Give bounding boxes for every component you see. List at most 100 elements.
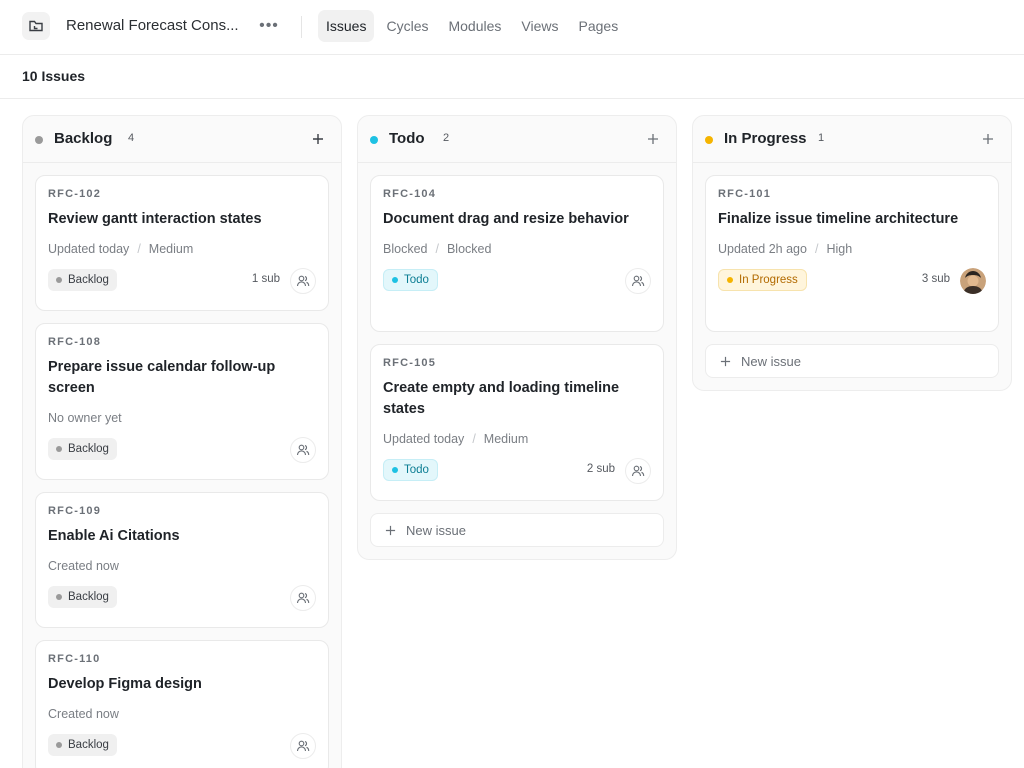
card-footer: Backlog 1 sub [48,268,316,294]
column-count: 4 [127,132,135,144]
avatar[interactable] [960,268,986,294]
card-footer: In Progress 3 sub [718,268,986,294]
card-list: RFC-101 Finalize issue timeline architec… [693,163,1011,390]
status-dot-icon [35,136,43,144]
status-dot-icon [56,277,62,283]
status-label: Backlog [68,739,109,751]
status-badge[interactable]: Backlog [48,734,117,756]
add-issue-icon[interactable] [975,126,1001,152]
new-issue-label: New issue [741,353,801,369]
status-label: Backlog [68,443,109,455]
issue-card[interactable]: RFC-108 Prepare issue calendar follow-up… [35,323,329,480]
issue-title: Finalize issue timeline architecture [718,211,959,227]
folder-icon[interactable] [22,12,50,40]
status-dot-icon [370,136,378,144]
issue-title: Develop Figma design [48,676,202,692]
add-issue-icon[interactable] [640,126,666,152]
tab-views[interactable]: Views [513,10,566,42]
meta-priority: High [826,242,853,256]
status-dot-icon [727,277,733,283]
meta-separator: / [435,242,439,256]
issue-id: RFC-108 [48,336,102,348]
status-label: In Progress [739,274,798,286]
issue-meta: Created now [48,558,316,574]
tab-modules[interactable]: Modules [440,10,509,42]
card-footer: Backlog [48,733,316,759]
status-badge[interactable]: Backlog [48,269,117,291]
new-issue-button[interactable]: New issue [370,513,664,547]
issue-id: RFC-109 [48,505,102,517]
new-issue-button[interactable]: New issue [705,344,999,378]
top-bar: Renewal Forecast Cons... ••• Issues Cycl… [0,0,1024,55]
card-footer: Todo 2 sub [383,458,651,484]
card-footer: Todo [383,268,651,294]
issue-title: Prepare issue calendar follow-up screen [48,359,276,396]
card-list: RFC-104 Document drag and resize behavio… [358,163,676,559]
meta-updated: Updated today [383,432,465,446]
assignee-icon[interactable] [290,733,316,759]
meta-owner: No owner yet [48,411,122,425]
new-issue-label: New issue [406,522,466,538]
issue-id: RFC-101 [718,188,772,200]
status-badge[interactable]: Todo [383,459,438,481]
meta-updated: Updated 2h ago [718,242,807,256]
status-dot-icon [392,467,398,473]
status-badge[interactable]: Backlog [48,586,117,608]
project-title[interactable]: Renewal Forecast Cons... [66,17,239,34]
column-header: Todo 2 [358,116,676,163]
issue-card[interactable]: RFC-105 Create empty and loading timelin… [370,344,664,501]
tab-pages[interactable]: Pages [571,10,627,42]
meta-separator: / [814,242,819,256]
column-title: Todo [389,130,425,147]
meta-created: Created now [48,707,119,721]
status-dot-icon [56,446,62,452]
issue-card[interactable]: RFC-109 Enable Ai Citations Created now … [35,492,329,628]
issue-id: RFC-105 [383,357,437,369]
tab-issues[interactable]: Issues [318,10,375,42]
issue-meta: Updated today / Medium [48,241,316,257]
column-title: In Progress [724,130,807,147]
meta-separator: / [472,432,476,446]
status-label: Backlog [68,274,109,286]
issue-id: RFC-102 [48,188,102,200]
divider [301,16,302,38]
column-title: Backlog [54,130,113,147]
card-footer: Backlog [48,437,316,463]
meta-priority: Medium [483,432,529,446]
column-header: In Progress 1 [693,116,1011,163]
add-issue-icon[interactable] [305,126,331,152]
status-dot-icon [56,742,62,748]
issue-meta: Blocked / Blocked [383,241,651,257]
assignee-icon[interactable] [625,268,651,294]
issue-card[interactable]: RFC-101 Finalize issue timeline architec… [705,175,999,332]
status-badge[interactable]: Backlog [48,438,117,460]
issue-meta: No owner yet [48,410,316,426]
status-badge[interactable]: Todo [383,269,438,291]
sub-issue-count: 1 sub [251,273,280,285]
meta-blocked: Blocked [383,242,428,256]
tab-cycles[interactable]: Cycles [378,10,436,42]
issue-id: RFC-110 [48,653,101,665]
sub-issue-count: 2 sub [586,463,615,475]
column-count: 1 [817,132,825,144]
issue-id: RFC-104 [383,188,437,200]
meta-blocked: Blocked [446,242,492,256]
column-header: Backlog 4 [23,116,341,163]
column-todo: Todo 2 RFC-104 Document drag and resize … [357,115,677,560]
nav-tabs: Issues Cycles Modules Views Pages [318,10,626,42]
ellipsis-icon[interactable]: ••• [256,14,282,38]
issue-card[interactable]: RFC-110 Develop Figma design Created now… [35,640,329,768]
sub-issue-count: 3 sub [921,273,950,285]
status-badge[interactable]: In Progress [718,269,807,291]
status-label: Todo [404,464,429,476]
issue-title: Review gantt interaction states [48,211,262,227]
status-dot-icon [56,594,62,600]
status-dot-icon [705,136,713,144]
issue-card[interactable]: RFC-102 Review gantt interaction states … [35,175,329,311]
assignee-icon[interactable] [290,268,316,294]
assignee-icon[interactable] [290,437,316,463]
sub-header: 10 Issues [0,55,1024,99]
issue-card[interactable]: RFC-104 Document drag and resize behavio… [370,175,664,332]
assignee-icon[interactable] [625,458,651,484]
assignee-icon[interactable] [290,585,316,611]
